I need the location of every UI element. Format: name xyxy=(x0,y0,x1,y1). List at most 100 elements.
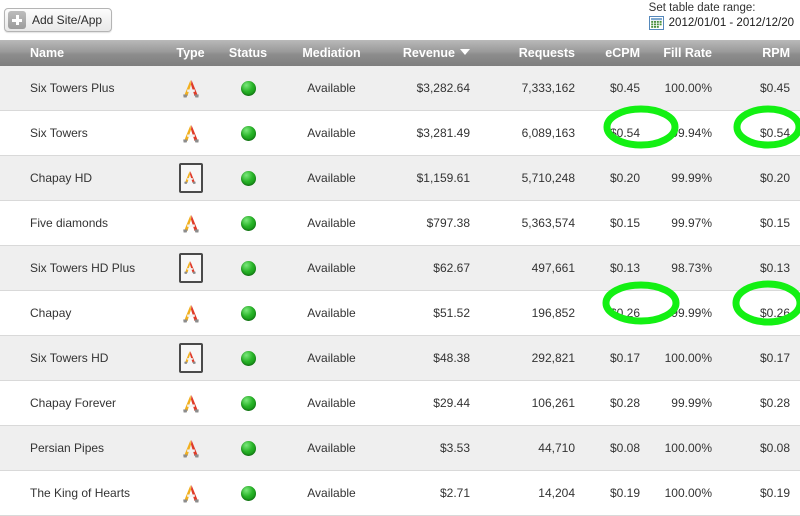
cell-ecpm: $0.28 xyxy=(585,380,650,426)
app-a-glyph xyxy=(183,171,196,184)
app-a-glyph xyxy=(182,125,199,143)
app-name-label: Five diamonds xyxy=(30,216,109,230)
column-header-rpm[interactable]: RPM xyxy=(722,40,800,66)
cell-name[interactable]: Chapay HD xyxy=(0,155,163,201)
app-name-label: Six Towers HD Plus xyxy=(30,261,136,275)
column-header-revenue[interactable]: Revenue xyxy=(385,40,480,66)
fill-rate-value: 99.99% xyxy=(671,306,712,320)
requests-value: 6,089,163 xyxy=(521,126,575,140)
table-row[interactable]: Five diamonds Available $797.38 5,363,574 $0… xyxy=(0,200,800,246)
ecpm-value: $0.54 xyxy=(609,126,640,140)
rpm-value: $0.45 xyxy=(759,81,790,95)
table-row[interactable]: Chapay Forever Available $29.44 106,261 $0.2… xyxy=(0,380,800,426)
column-header-status-label: Status xyxy=(228,46,268,60)
app-name-label: Persian Pipes xyxy=(30,441,105,455)
cell-type xyxy=(163,290,218,336)
fill-rate-value: 100.00% xyxy=(664,486,712,500)
table-header-row: Name Type Status Mediation Revenue Reque… xyxy=(0,40,800,66)
column-header-ecpm[interactable]: eCPM xyxy=(585,40,650,66)
table-row[interactable]: Six Towers HD Plus Available $62.67 497,661… xyxy=(0,245,800,291)
column-header-status[interactable]: Status xyxy=(218,40,278,66)
cell-rpm: $0.54 xyxy=(722,110,800,156)
cell-type xyxy=(163,380,218,426)
revenue-value: $48.38 xyxy=(433,351,470,365)
cell-type xyxy=(163,335,218,381)
rpm-value: $0.28 xyxy=(759,396,790,410)
fill-rate-value: 98.73% xyxy=(671,261,712,275)
column-header-requests[interactable]: Requests xyxy=(480,40,585,66)
mediation-label: Available xyxy=(307,171,356,185)
table-row[interactable]: The King of Hearts Available $2.71 14,204 $0… xyxy=(0,470,800,516)
column-header-name[interactable]: Name xyxy=(0,40,163,66)
phone-app-icon xyxy=(180,80,202,98)
fill-rate-value: 100.00% xyxy=(664,441,712,455)
cell-mediation: Available xyxy=(278,290,385,336)
cell-revenue: $51.52 xyxy=(385,290,480,336)
add-site-app-button[interactable]: Add Site/App xyxy=(4,8,113,32)
ecpm-value: $0.26 xyxy=(609,306,640,320)
revenue-value: $797.38 xyxy=(426,216,470,230)
cell-name[interactable]: The King of Hearts xyxy=(0,470,163,516)
mediation-label: Available xyxy=(307,126,356,140)
cell-revenue: $48.38 xyxy=(385,335,480,381)
revenue-value: $3.53 xyxy=(439,441,470,455)
rpm-value: $0.54 xyxy=(759,126,790,140)
cell-name[interactable]: Six Towers xyxy=(0,110,163,156)
cell-name[interactable]: Six Towers Plus xyxy=(0,66,163,111)
column-header-ecpm-label: eCPM xyxy=(605,46,640,60)
column-header-mediation[interactable]: Mediation xyxy=(278,40,385,66)
requests-value: 5,710,248 xyxy=(521,171,575,185)
ecpm-value: $0.20 xyxy=(609,171,640,185)
cell-rpm: $0.15 xyxy=(722,200,800,246)
status-available-icon xyxy=(240,485,256,501)
cell-name[interactable]: Six Towers HD Plus xyxy=(0,245,163,291)
cell-mediation: Available xyxy=(278,380,385,426)
phone-app-icon xyxy=(180,485,202,503)
date-range-picker[interactable]: 2012/01/01 - 2012/12/20 xyxy=(635,16,794,30)
column-header-fill-rate[interactable]: Fill Rate xyxy=(650,40,722,66)
fill-rate-value: 100.00% xyxy=(664,351,712,365)
cell-revenue: $797.38 xyxy=(385,200,480,246)
apps-report-table: Name Type Status Mediation Revenue Reque… xyxy=(0,40,800,516)
cell-name[interactable]: Chapay xyxy=(0,290,163,336)
app-name-label: Chapay xyxy=(30,306,72,320)
phone-app-icon xyxy=(180,215,202,233)
cell-fill-rate: 100.00% xyxy=(650,425,722,471)
revenue-value: $62.67 xyxy=(433,261,470,275)
date-range-value[interactable]: 2012/01/01 - 2012/12/20 xyxy=(669,17,794,29)
column-header-type[interactable]: Type xyxy=(163,40,218,66)
cell-requests: 5,363,574 xyxy=(480,200,585,246)
cell-name[interactable]: Five diamonds xyxy=(0,200,163,246)
phone-app-icon xyxy=(180,125,202,143)
ecpm-value: $0.17 xyxy=(609,351,640,365)
cell-ecpm: $0.26 xyxy=(585,290,650,336)
cell-ecpm: $0.45 xyxy=(585,66,650,111)
app-name-label: Six Towers HD xyxy=(30,351,109,365)
table-row[interactable]: Six Towers Available $3,281.49 6,089,163 $0.… xyxy=(0,110,800,156)
cell-fill-rate: 99.99% xyxy=(650,380,722,426)
table-row[interactable]: Six Towers Plus Available $3,282.64 7,333,1… xyxy=(0,66,800,111)
mediation-label: Available xyxy=(307,486,356,500)
cell-name[interactable]: Six Towers HD xyxy=(0,335,163,381)
cell-name[interactable]: Persian Pipes xyxy=(0,425,163,471)
cell-revenue: $3,281.49 xyxy=(385,110,480,156)
rpm-value: $0.17 xyxy=(759,351,790,365)
calendar-icon xyxy=(648,16,664,30)
table-row[interactable]: Persian Pipes Available $3.53 44,710 $0.08 10… xyxy=(0,425,800,471)
revenue-value: $3,281.49 xyxy=(416,126,470,140)
table-row[interactable]: Chapay Available $51.52 196,852 $0.26 99.99% $… xyxy=(0,290,800,336)
rpm-value: $0.20 xyxy=(759,171,790,185)
revenue-value: $1,159.61 xyxy=(416,171,470,185)
cell-status xyxy=(218,155,278,201)
requests-value: 497,661 xyxy=(531,261,575,275)
column-header-name-label: Name xyxy=(30,46,65,60)
table-row[interactable]: Chapay HD Available $1,159.61 5,710,248 $0.2… xyxy=(0,155,800,201)
table-row[interactable]: Six Towers HD Available $48.38 292,821 $0.17… xyxy=(0,335,800,381)
cell-name[interactable]: Chapay Forever xyxy=(0,380,163,426)
mediation-label: Available xyxy=(307,351,356,365)
requests-value: 5,363,574 xyxy=(521,216,575,230)
revenue-value: $51.52 xyxy=(433,306,470,320)
cell-fill-rate: 98.73% xyxy=(650,245,722,291)
plus-icon xyxy=(8,11,26,29)
app-a-glyph xyxy=(182,395,199,413)
